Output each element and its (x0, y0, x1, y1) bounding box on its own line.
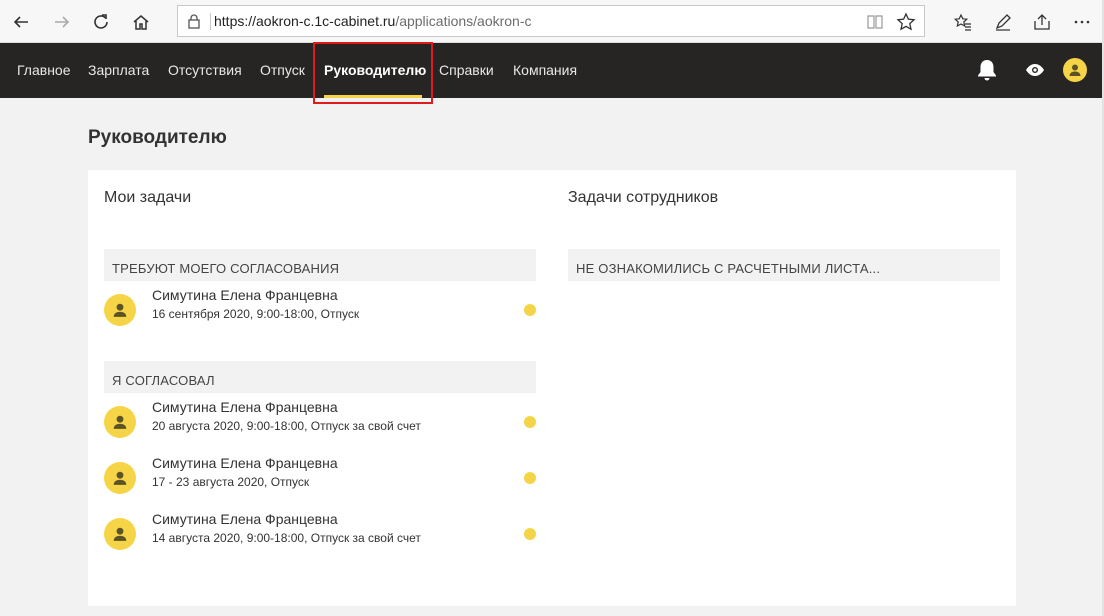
status-dot (524, 528, 536, 540)
pen-icon (995, 14, 1011, 31)
page-title: Руководителю (88, 127, 227, 148)
forward-button[interactable] (46, 6, 78, 38)
nav-item-salary[interactable]: Зарплата (88, 62, 149, 78)
annotation-highlight-box (313, 42, 433, 104)
task-employee-name: Симутина Елена Францевна (152, 287, 338, 303)
lock-icon (188, 14, 200, 29)
status-dot (524, 304, 536, 316)
share-icon (1034, 14, 1050, 30)
task-detail: 20 августа 2020, 9:00-18:00, Отпуск за с… (152, 419, 421, 433)
user-icon (113, 415, 127, 429)
nav-item-main[interactable]: Главное (17, 62, 71, 78)
eye-icon (1026, 64, 1044, 76)
task-employee-name: Симутина Елена Францевна (152, 511, 338, 527)
home-icon (133, 15, 149, 30)
address-separator (210, 13, 211, 30)
user-icon (1069, 64, 1081, 76)
nav-item-certificates[interactable]: Справки (439, 62, 494, 78)
browser-toolbar: https://aokron-c.1c-cabinet.ru/applicati… (0, 0, 1104, 43)
my-tasks-title: Мои задачи (104, 189, 192, 206)
refresh-button[interactable] (85, 6, 117, 38)
user-icon (113, 527, 127, 541)
avatar (104, 406, 136, 438)
favorites-list-icon (954, 13, 971, 31)
avatar (104, 294, 136, 326)
user-icon (113, 471, 127, 485)
favorite-star-icon[interactable] (896, 12, 916, 32)
profile-avatar-button[interactable] (1063, 58, 1087, 82)
bell-icon (978, 60, 996, 81)
nav-item-company[interactable]: Компания (513, 62, 577, 78)
user-icon (113, 303, 127, 317)
pending-approval-header: ТРЕБУЮТ МОЕГО СОГЛАСОВАНИЯ (104, 249, 536, 281)
task-detail: 14 августа 2020, 9:00-18:00, Отпуск за с… (152, 531, 421, 545)
reading-view-icon[interactable] (866, 13, 884, 31)
favorites-list-button[interactable] (947, 6, 979, 38)
more-icon (1074, 20, 1090, 24)
task-employee-name: Симутина Елена Францевна (152, 455, 338, 471)
back-icon (13, 16, 28, 28)
nav-item-absences[interactable]: Отсутствия (168, 62, 242, 78)
nav-item-vacation[interactable]: Отпуск (260, 62, 305, 78)
address-bar[interactable]: https://aokron-c.1c-cabinet.ru/applicati… (177, 5, 925, 37)
unacquainted-payslips-header[interactable]: НЕ ОЗНАКОМИЛИСЬ С РАСЧЕТНЫМИ ЛИСТА... (568, 249, 1000, 281)
task-item[interactable]: Симутина Елена Францевна 20 августа 2020… (104, 399, 536, 456)
back-button[interactable] (5, 6, 37, 38)
url-text[interactable]: https://aokron-c.1c-cabinet.ru/applicati… (214, 13, 532, 29)
employee-tasks-title: Задачи сотрудников (568, 189, 719, 206)
top-navigation: Главное Зарплата Отсутствия Отпуск Руков… (0, 43, 1104, 98)
avatar (104, 518, 136, 550)
url-path: /applications/aokron-c (395, 13, 532, 29)
task-item[interactable]: Симутина Елена Францевна 14 августа 2020… (104, 511, 536, 568)
pen-button[interactable] (987, 6, 1019, 38)
approved-header: Я СОГЛАСОВАЛ (104, 361, 536, 393)
task-detail: 17 - 23 августа 2020, Отпуск (152, 475, 310, 489)
status-dot (524, 472, 536, 484)
share-button[interactable] (1026, 6, 1058, 38)
avatar (104, 462, 136, 494)
task-detail: 16 сентября 2020, 9:00-18:00, Отпуск (152, 307, 360, 321)
refresh-icon (94, 14, 108, 29)
notifications-button[interactable] (974, 57, 1000, 83)
more-button[interactable] (1066, 6, 1098, 38)
forward-icon (55, 16, 70, 28)
url-host: https://aokron-c.1c-cabinet.ru (214, 13, 396, 29)
home-button[interactable] (125, 6, 157, 38)
task-item[interactable]: Симутина Елена Францевна 17 - 23 августа… (104, 455, 536, 512)
task-employee-name: Симутина Елена Францевна (152, 399, 338, 415)
task-item[interactable]: Симутина Елена Францевна 16 сентября 202… (104, 287, 536, 344)
status-dot (524, 416, 536, 428)
view-mode-button[interactable] (1022, 57, 1048, 83)
